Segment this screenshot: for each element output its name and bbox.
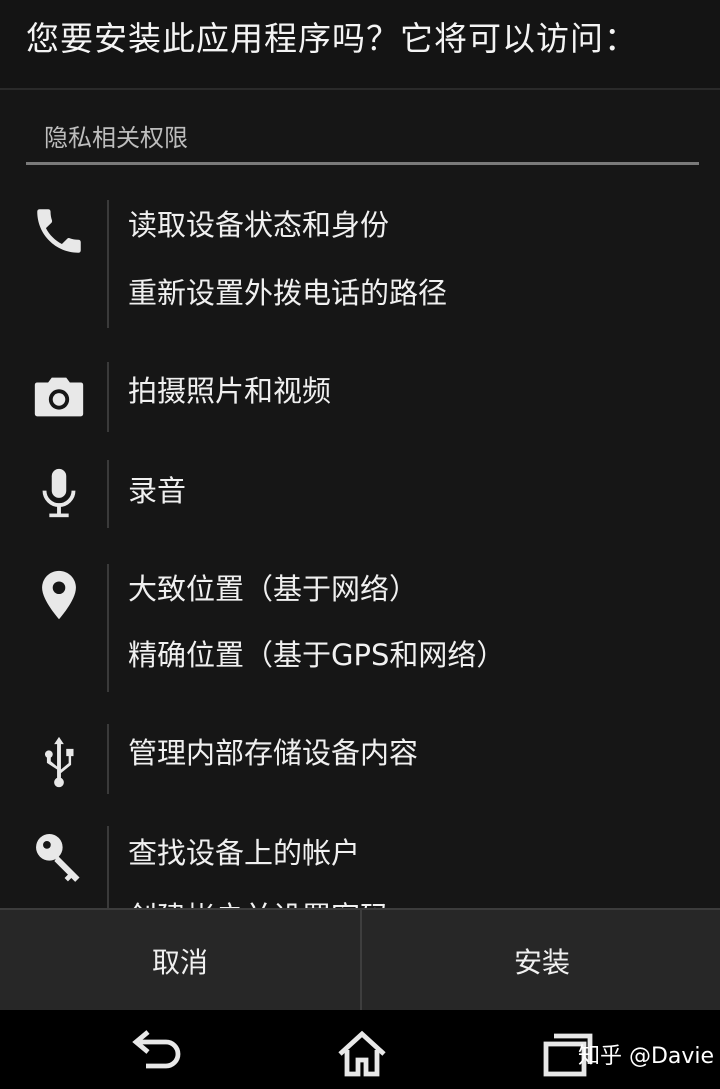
system-nav-bar: 知乎 @Davie xyxy=(0,1010,720,1089)
home-icon[interactable] xyxy=(332,1026,392,1082)
section-label: 隐私相关权限 xyxy=(44,124,188,152)
permission-line: 精确位置（基于GPS和网络） xyxy=(128,638,506,672)
permission-group-camera: 拍摄照片和视频 xyxy=(0,362,720,432)
group-divider xyxy=(107,362,109,432)
group-divider xyxy=(107,460,109,528)
group-divider xyxy=(107,724,109,794)
camera-icon xyxy=(30,368,88,426)
install-button[interactable]: 安装 xyxy=(362,910,720,1012)
permission-group-location: 大致位置（基于网络） 精确位置（基于GPS和网络） xyxy=(0,560,720,692)
phone-icon xyxy=(30,202,88,260)
install-permissions-screen: 您要安装此应用程序吗？它将可以访问： 隐私相关权限 读取设备状态和身份 重新设置… xyxy=(0,0,720,1089)
group-divider xyxy=(107,564,109,692)
watermark-text: 知乎 @Davie xyxy=(578,1044,715,1069)
key-icon xyxy=(30,828,88,886)
permission-line: 查找设备上的帐户 xyxy=(128,836,361,870)
permission-group-phone: 读取设备状态和身份 重新设置外拨电话的路径 xyxy=(0,196,720,328)
usb-icon xyxy=(30,732,88,790)
permission-group-microphone: 录音 xyxy=(0,460,720,528)
section-header: 隐私相关权限 xyxy=(26,104,699,165)
dialog-button-bar: 取消 安装 xyxy=(0,908,720,1012)
group-divider xyxy=(107,200,109,328)
permission-line: 录音 xyxy=(128,474,187,508)
permission-line: 重新设置外拨电话的路径 xyxy=(128,276,448,310)
permission-line: 管理内部存储设备内容 xyxy=(128,736,419,770)
location-pin-icon xyxy=(30,566,88,624)
permission-group-storage: 管理内部存储设备内容 xyxy=(0,724,720,794)
cancel-button[interactable]: 取消 xyxy=(0,910,360,1012)
permission-line: 大致位置（基于网络） xyxy=(128,572,419,606)
permission-line: 读取设备状态和身份 xyxy=(128,208,390,242)
microphone-icon xyxy=(30,464,88,522)
permission-line: 拍摄照片和视频 xyxy=(128,374,332,408)
dialog-title: 您要安装此应用程序吗？它将可以访问： xyxy=(26,19,638,58)
back-icon[interactable] xyxy=(128,1026,188,1082)
dialog-header: 您要安装此应用程序吗？它将可以访问： xyxy=(0,0,720,90)
